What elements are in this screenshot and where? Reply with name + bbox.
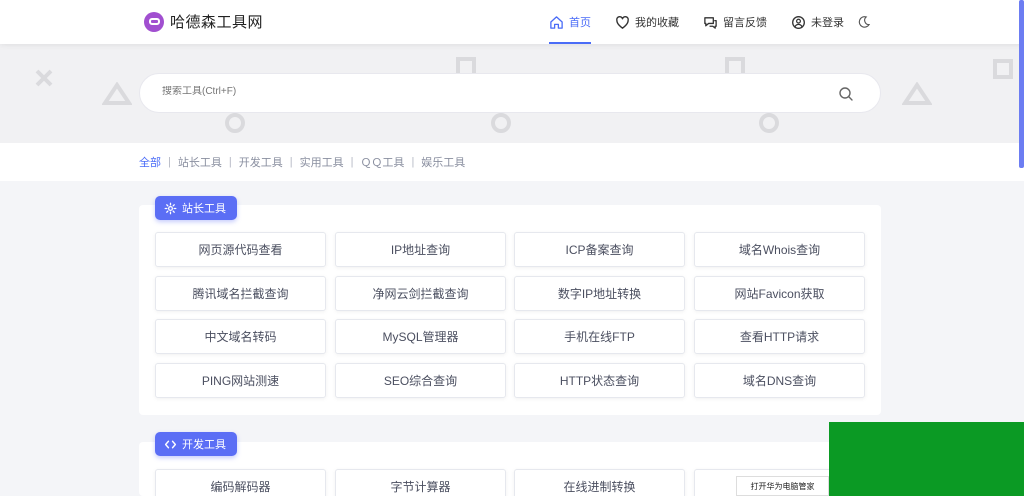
top-header: 哈德森工具网 首页 我的收藏 留言反馈 未登录 — [0, 0, 1024, 44]
category-tab-webmaster[interactable]: 站长工具 — [178, 154, 222, 170]
nav-home[interactable]: 首页 — [549, 0, 591, 44]
search-box — [139, 73, 881, 113]
tool-card[interactable]: 数字IP地址转换 — [514, 276, 685, 311]
tool-card[interactable]: 编码解码器 — [155, 469, 326, 496]
site-title: 哈德森工具网 — [170, 14, 264, 31]
circle-decoration-icon — [225, 113, 245, 133]
nav-feedback[interactable]: 留言反馈 — [703, 0, 767, 44]
main-nav: 首页 我的收藏 留言反馈 未登录 — [549, 0, 868, 44]
category-divider: | — [411, 156, 415, 168]
tool-card[interactable]: 域名DNS查询 — [694, 363, 865, 398]
category-tab-all[interactable]: 全部 — [139, 154, 161, 170]
chat-icon — [704, 16, 717, 29]
category-divider: | — [289, 156, 293, 168]
category-divider: | — [168, 156, 171, 168]
nav-feedback-label: 留言反馈 — [723, 17, 767, 29]
nav-login[interactable]: 未登录 — [791, 0, 844, 44]
square-decoration-icon — [993, 59, 1013, 79]
category-tab-fun[interactable]: 娱乐工具 — [421, 154, 465, 170]
triangle-decoration-icon — [102, 82, 132, 105]
moon-icon[interactable] — [857, 15, 871, 29]
tool-card[interactable]: 腾讯域名拦截查询 — [155, 276, 326, 311]
gear-icon — [164, 202, 177, 214]
category-divider: | — [350, 156, 354, 168]
category-tabs: 全部 | 站长工具 | 开发工具 | 实用工具 | ＱＱ工具 | 娱乐工具 — [139, 154, 465, 170]
logo-icon — [144, 11, 164, 32]
search-icon[interactable] — [838, 86, 854, 102]
section-title-webmaster: 站长工具 — [155, 196, 237, 220]
triangle-decoration-icon — [902, 82, 932, 105]
green-overlay-block — [829, 422, 1024, 496]
huawei-pc-manager-popup[interactable]: 打开华为电脑管家 — [736, 476, 829, 496]
tool-card[interactable]: 手机在线FTP — [514, 319, 685, 354]
tool-card[interactable]: MySQL管理器 — [335, 319, 506, 354]
tool-card[interactable]: 查看HTTP请求 — [694, 319, 865, 354]
site-logo[interactable]: 哈德森工具网 — [144, 11, 263, 32]
tool-card[interactable]: 字节计算器 — [335, 469, 506, 496]
user-icon — [792, 15, 805, 29]
home-icon — [550, 15, 563, 29]
search-input[interactable] — [162, 86, 762, 97]
circle-decoration-icon — [491, 113, 511, 133]
tool-card[interactable]: 在线进制转换 — [514, 469, 685, 496]
code-icon — [164, 440, 177, 448]
tool-card[interactable]: PING网站测速 — [155, 363, 326, 398]
nav-favorites-label: 我的收藏 — [635, 17, 679, 29]
tool-card[interactable]: HTTP状态查询 — [514, 363, 685, 398]
category-tab-practical[interactable]: 实用工具 — [300, 154, 344, 170]
page-scrollbar[interactable] — [1019, 0, 1024, 168]
nav-favorites[interactable]: 我的收藏 — [615, 0, 679, 44]
heart-icon — [616, 15, 629, 29]
hero-banner — [0, 44, 1024, 143]
tool-card[interactable]: 网站Favicon获取 — [694, 276, 865, 311]
nav-home-label: 首页 — [569, 17, 591, 29]
tool-card[interactable]: IP地址查询 — [335, 232, 506, 267]
section-title-label: 开发工具 — [182, 439, 226, 451]
category-divider: | — [228, 156, 232, 168]
category-tab-qq[interactable]: ＱＱ工具 — [360, 154, 404, 170]
tool-card[interactable]: 网页源代码查看 — [155, 232, 326, 267]
section-title-label: 站长工具 — [182, 203, 226, 215]
popup-label: 打开华为电脑管家 — [750, 481, 815, 491]
category-bar: 全部 | 站长工具 | 开发工具 | 实用工具 | ＱＱ工具 | 娱乐工具 — [0, 143, 1024, 181]
tool-card[interactable]: 中文域名转码 — [155, 319, 326, 354]
category-tab-dev[interactable]: 开发工具 — [239, 154, 283, 170]
tool-card[interactable]: SEO综合查询 — [335, 363, 506, 398]
nav-login-label: 未登录 — [811, 17, 844, 29]
circle-decoration-icon — [759, 113, 779, 133]
tool-card[interactable]: ICP备案查询 — [514, 232, 685, 267]
cross-decoration-icon — [35, 69, 53, 87]
tool-card[interactable]: 域名Whois查询 — [694, 232, 865, 267]
section-title-dev: 开发工具 — [155, 432, 237, 456]
tool-card[interactable]: 净网云剑拦截查询 — [335, 276, 506, 311]
